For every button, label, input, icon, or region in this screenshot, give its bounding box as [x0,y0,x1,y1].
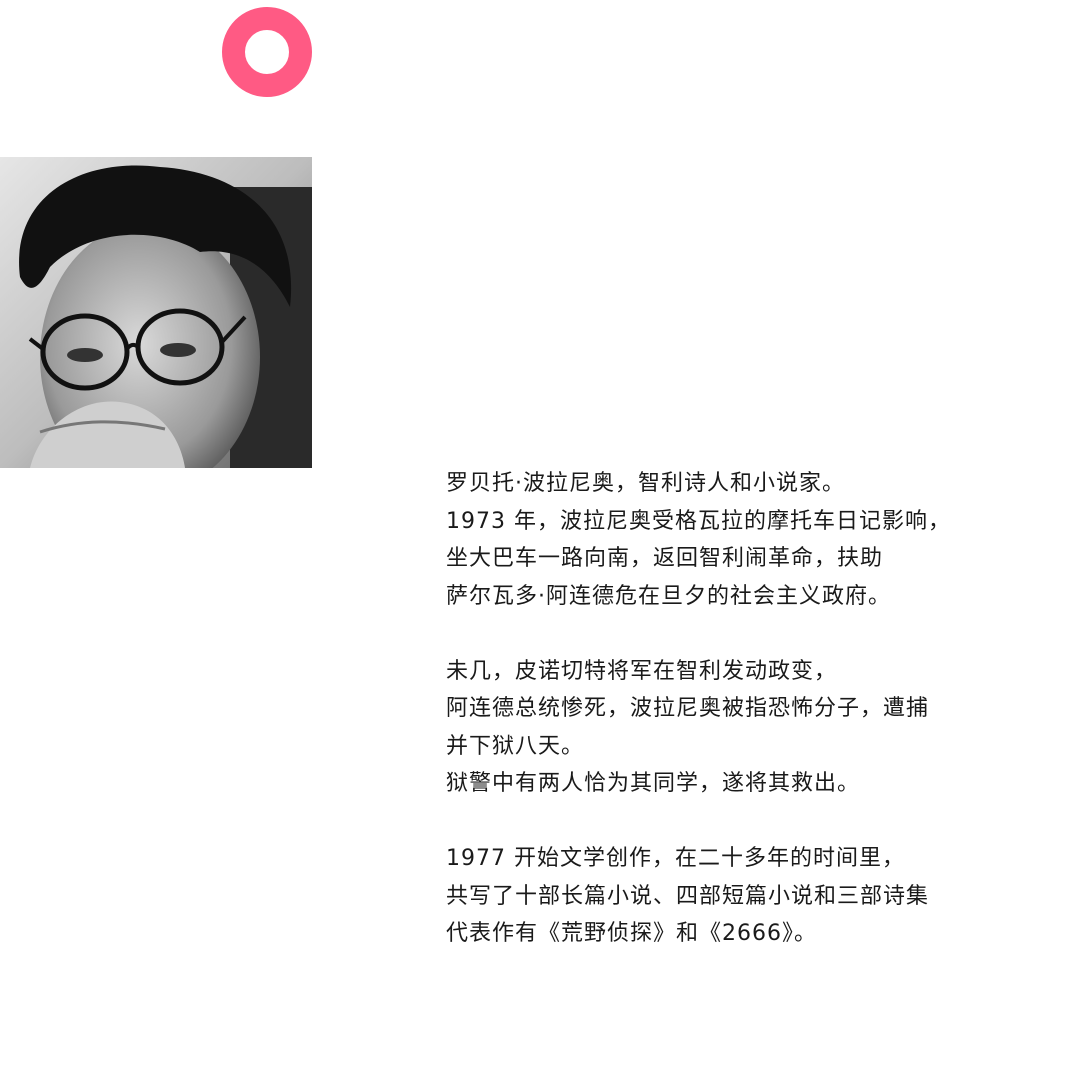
bio-line: 1973 年，波拉尼奥受格瓦拉的摩托车日记影响， [446,508,951,534]
bio-line: 坐大巴车一路向南，返回智利闹革命，扶助 [446,546,884,571]
author-biography: 罗贝托·波拉尼奥，智利诗人和小说家。 1973 年，波拉尼奥受格瓦拉的摩托车日记… [446,465,1076,953]
bio-paragraph: 未几，皮诺切特将军在智利发动政变， 阿连德总统惨死，波拉尼奥被指恐怖分子，遭捕 … [446,653,1076,803]
bio-line: 共写了十部长篇小说、四部短篇小说和三部诗集 [446,883,930,909]
bio-line: 罗贝托·波拉尼奥，智利诗人和小说家。 [446,471,845,496]
bio-line: 代表作有《荒野侦探》和《2666》。 [446,921,817,946]
bio-line: 并下狱八天。 [446,733,585,759]
bio-paragraph: 1977 开始文学创作，在二十多年的时间里， 共写了十部长篇小说、四部短篇小说和… [446,840,1076,953]
bio-line: 阿连德总统惨死，波拉尼奥被指恐怖分子，遭捕 [446,696,930,721]
bio-line: 1977 开始文学创作，在二十多年的时间里， [446,846,905,871]
bio-line: 狱警中有两人恰为其同学，遂将其救出。 [446,771,861,796]
author-portrait [0,157,312,468]
ring-icon [222,7,312,97]
bio-paragraph: 罗贝托·波拉尼奥，智利诗人和小说家。 1973 年，波拉尼奥受格瓦拉的摩托车日记… [446,465,1076,615]
bio-line: 未几，皮诺切特将军在智利发动政变， [446,658,838,684]
bio-line: 萨尔瓦多·阿连德危在旦夕的社会主义政府。 [446,583,891,609]
